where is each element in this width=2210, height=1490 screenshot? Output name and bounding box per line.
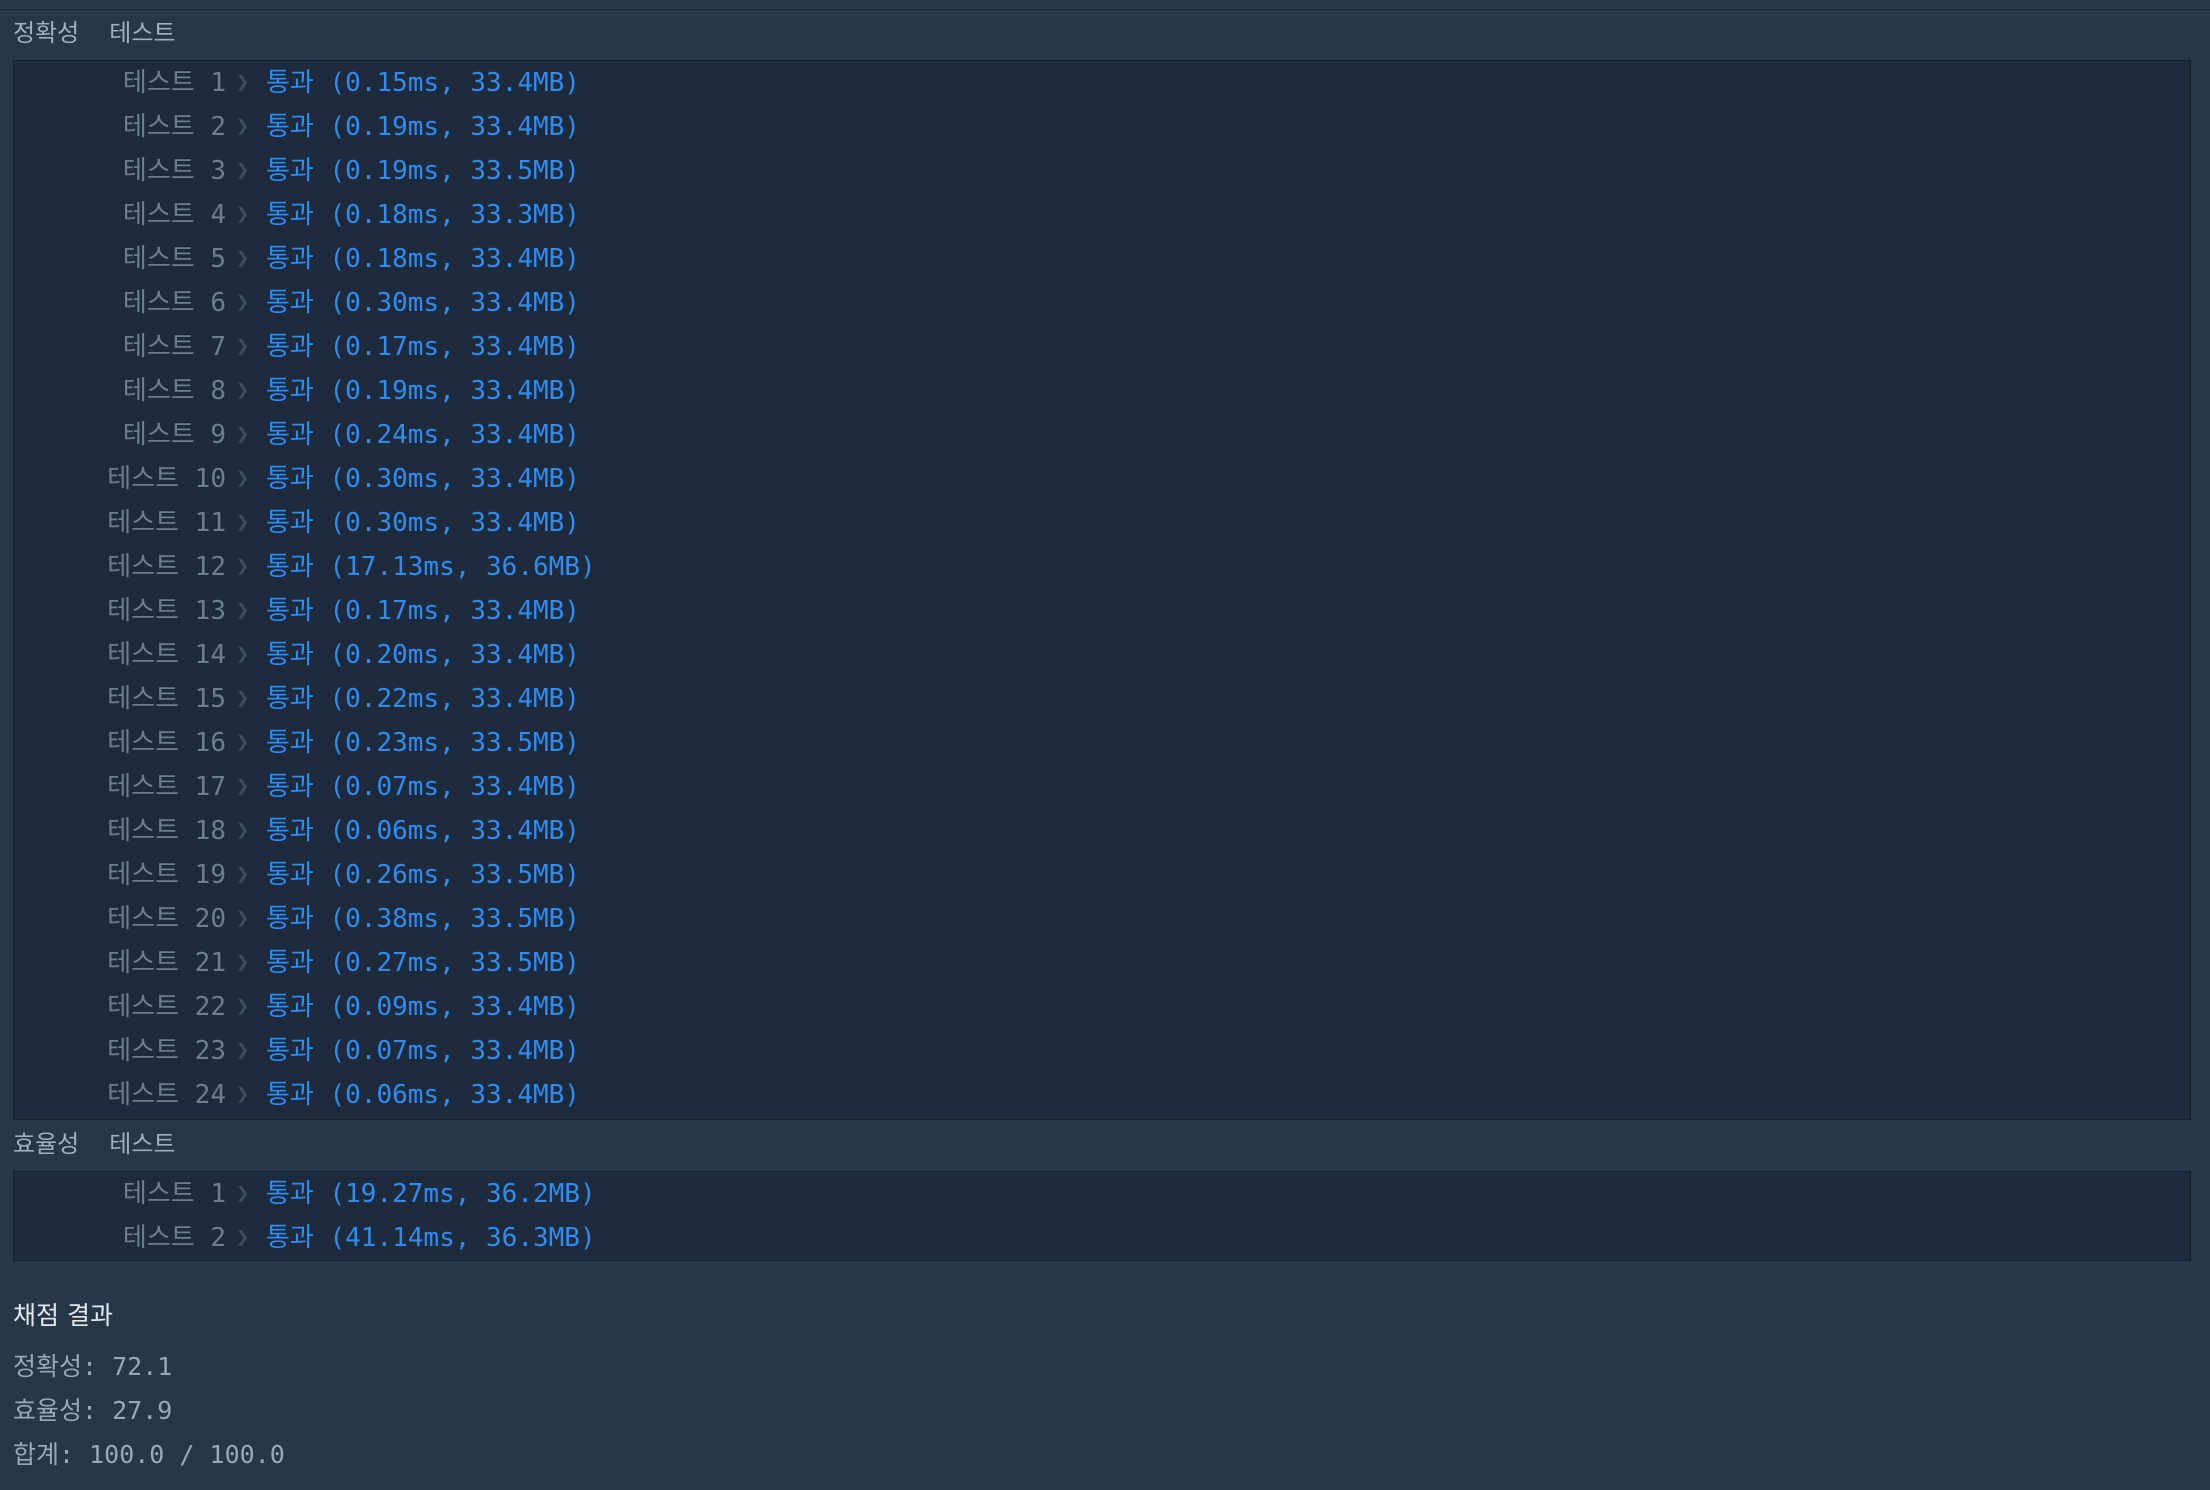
efficiency-results-panel: 테스트 1 ❯ 통과 (19.27ms, 36.2MB) 테스트 2 ❯ 통과 (41.1… [13, 1171, 2191, 1261]
chevron-right-icon: ❯ [236, 1038, 250, 1063]
efficiency-score: 효율성: 27.9 [13, 1396, 173, 1425]
test-case-label: 테스트 15 [107, 684, 226, 714]
efficiency-section-title: 효율성 테스트 [13, 1124, 206, 1164]
test-pass-result: 통과 (0.18ms, 33.4MB) [266, 244, 580, 274]
total-score: 합계: 100.0 / 100.0 [13, 1440, 285, 1469]
test-pass-result: 통과 (0.17ms, 33.4MB) [266, 332, 580, 362]
test-case-label: 테스트 17 [107, 772, 226, 802]
chevron-right-icon: ❯ [236, 862, 250, 887]
chevron-right-icon: ❯ [236, 246, 250, 271]
test-pass-result: 통과 (41.14ms, 36.3MB) [266, 1223, 596, 1253]
test-pass-result: 통과 (0.30ms, 33.4MB) [266, 508, 580, 538]
test-case-label: 테스트 12 [107, 552, 226, 582]
chevron-right-icon: ❯ [236, 466, 250, 491]
test-pass-result: 통과 (0.22ms, 33.4MB) [266, 684, 580, 714]
test-pass-result: 통과 (0.17ms, 33.4MB) [266, 596, 580, 626]
test-case-label: 테스트 9 [122, 420, 226, 450]
test-pass-result: 통과 (0.06ms, 33.4MB) [266, 816, 580, 846]
accuracy-title-word: 정확성 [13, 19, 80, 47]
chevron-right-icon: ❯ [236, 1181, 250, 1206]
test-case-label: 테스트 24 [107, 1080, 226, 1110]
test-pass-result: 통과 (0.06ms, 33.4MB) [266, 1080, 580, 1110]
chevron-right-icon: ❯ [236, 378, 250, 403]
test-case-label: 테스트 1 [122, 68, 226, 98]
chevron-right-icon: ❯ [236, 202, 250, 227]
test-case-label: 테스트 13 [107, 596, 226, 626]
test-case-label: 테스트 2 [122, 112, 226, 142]
test-case-label: 테스트 10 [107, 464, 226, 494]
test-pass-result: 통과 (17.13ms, 36.6MB) [266, 552, 596, 582]
top-divider [0, 0, 2210, 10]
chevron-right-icon: ❯ [236, 642, 250, 667]
test-pass-result: 통과 (0.09ms, 33.4MB) [266, 992, 580, 1022]
test-pass-result: 통과 (0.18ms, 33.3MB) [266, 200, 580, 230]
test-pass-result: 통과 (0.19ms, 33.5MB) [266, 156, 580, 186]
accuracy-title-test-word: 테스트 [109, 19, 176, 47]
test-case-label: 테스트 18 [107, 816, 226, 846]
test-case-label: 테스트 4 [122, 200, 226, 230]
chevron-right-icon: ❯ [236, 950, 250, 975]
test-case-label: 테스트 2 [122, 1223, 226, 1253]
test-pass-result: 통과 (19.27ms, 36.2MB) [266, 1179, 596, 1209]
chevron-right-icon: ❯ [236, 422, 250, 447]
test-case-label: 테스트 7 [122, 332, 226, 362]
test-case-label: 테스트 1 [122, 1179, 226, 1209]
test-pass-result: 통과 (0.15ms, 33.4MB) [266, 68, 580, 98]
chevron-right-icon: ❯ [236, 994, 250, 1019]
test-pass-result: 통과 (0.24ms, 33.4MB) [266, 420, 580, 450]
test-pass-result: 통과 (0.27ms, 33.5MB) [266, 948, 580, 978]
chevron-right-icon: ❯ [236, 906, 250, 931]
test-case-label: 테스트 8 [122, 376, 226, 406]
test-pass-result: 통과 (0.30ms, 33.4MB) [266, 288, 580, 318]
efficiency-title-test-word: 테스트 [109, 1130, 176, 1158]
test-case-label: 테스트 20 [107, 904, 226, 934]
test-case-label: 테스트 5 [122, 244, 226, 274]
test-case-label: 테스트 19 [107, 860, 226, 890]
chevron-right-icon: ❯ [236, 1082, 250, 1107]
chevron-right-icon: ❯ [236, 158, 250, 183]
chevron-right-icon: ❯ [236, 686, 250, 711]
test-case-label: 테스트 14 [107, 640, 226, 670]
chevron-right-icon: ❯ [236, 334, 250, 359]
test-pass-result: 통과 (0.38ms, 33.5MB) [266, 904, 580, 934]
chevron-right-icon: ❯ [236, 1225, 250, 1250]
test-case-label: 테스트 23 [107, 1036, 226, 1066]
test-case-label: 테스트 22 [107, 992, 226, 1022]
test-case-label: 테스트 6 [122, 288, 226, 318]
accuracy-score: 정확성: 72.1 [13, 1352, 173, 1381]
chevron-right-icon: ❯ [236, 114, 250, 139]
chevron-right-icon: ❯ [236, 70, 250, 95]
test-pass-result: 통과 (0.19ms, 33.4MB) [266, 112, 580, 142]
test-case-label: 테스트 11 [107, 508, 226, 538]
chevron-right-icon: ❯ [236, 290, 250, 315]
test-case-label: 테스트 3 [122, 156, 226, 186]
chevron-right-icon: ❯ [236, 598, 250, 623]
test-pass-result: 통과 (0.19ms, 33.4MB) [266, 376, 580, 406]
test-pass-result: 통과 (0.07ms, 33.4MB) [266, 772, 580, 802]
chevron-right-icon: ❯ [236, 818, 250, 843]
chevron-right-icon: ❯ [236, 730, 250, 755]
chevron-right-icon: ❯ [236, 510, 250, 535]
test-pass-result: 통과 (0.20ms, 33.4MB) [266, 640, 580, 670]
test-pass-result: 통과 (0.26ms, 33.5MB) [266, 860, 580, 890]
test-pass-result: 통과 (0.23ms, 33.5MB) [266, 728, 580, 758]
test-pass-result: 통과 (0.07ms, 33.4MB) [266, 1036, 580, 1066]
accuracy-section-title: 정확성 테스트 [13, 13, 206, 53]
test-pass-result: 통과 (0.30ms, 33.4MB) [266, 464, 580, 494]
chevron-right-icon: ❯ [236, 554, 250, 579]
grading-result-heading: 채점 결과 [13, 1301, 113, 1330]
efficiency-title-word: 효율성 [13, 1130, 80, 1158]
test-case-label: 테스트 21 [107, 948, 226, 978]
test-case-label: 테스트 16 [107, 728, 226, 758]
chevron-right-icon: ❯ [236, 774, 250, 799]
accuracy-results-panel: 테스트 1 ❯ 통과 (0.15ms, 33.4MB) 테스트 2 ❯ 통과 (0.19m… [13, 60, 2191, 1120]
